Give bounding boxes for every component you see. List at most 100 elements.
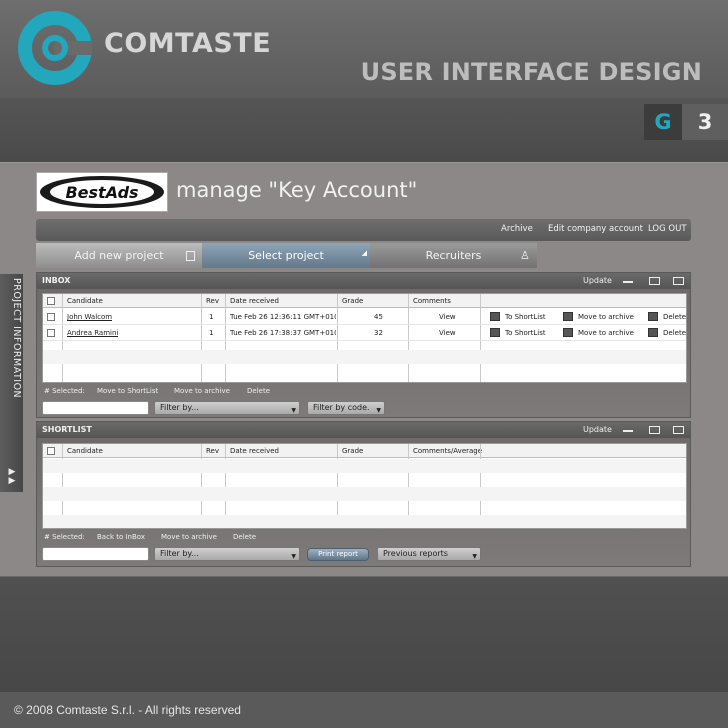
inbox-filter-code-select[interactable]: Filter by code. ▼ xyxy=(307,401,385,415)
section-badge-number: 3 xyxy=(682,104,728,140)
shortlist-title: SHORTLIST xyxy=(42,425,92,434)
print-report-button[interactable]: Print report xyxy=(307,548,369,561)
restore-icon[interactable] xyxy=(649,277,660,285)
tab-add-new-project[interactable]: Add new project xyxy=(36,243,202,268)
bulk-move-to-archive[interactable]: Move to archive xyxy=(161,533,217,541)
filter-label: Filter by... xyxy=(160,403,199,412)
previous-reports-label: Previous reports xyxy=(383,549,448,558)
copyright-footer: © 2008 Comtaste S.r.l. - All rights rese… xyxy=(14,703,241,717)
restore-icon[interactable] xyxy=(649,426,660,434)
trash-icon[interactable] xyxy=(648,312,658,321)
inbox-update-button[interactable]: Update xyxy=(583,276,612,285)
minimize-icon[interactable] xyxy=(623,281,633,283)
shortlist-icon[interactable] xyxy=(490,328,500,337)
row-checkbox[interactable] xyxy=(47,313,55,321)
archive-link[interactable]: Archive xyxy=(501,224,533,234)
col-date[interactable]: Date received xyxy=(230,447,279,455)
resize-corner-icon: ◢ xyxy=(361,249,367,257)
shortlist-table-header: Candidate Rev Date received Grade Commen… xyxy=(43,444,686,458)
svg-text:BestAds: BestAds xyxy=(65,183,138,202)
person-icon: ♙ xyxy=(520,249,530,262)
select-all-checkbox[interactable] xyxy=(47,447,55,455)
col-date[interactable]: Date received xyxy=(230,297,279,305)
inbox-filter-select[interactable]: Filter by... ▼ xyxy=(154,401,300,415)
archive-icon[interactable] xyxy=(563,328,573,337)
shortlist-search-input[interactable] xyxy=(42,547,149,561)
tab-recruiters[interactable]: Recruiters ♙ xyxy=(370,243,537,268)
bulk-delete[interactable]: Delete xyxy=(247,387,270,395)
shortlist-panel: SHORTLIST Update Candidate Rev Date rece… xyxy=(36,421,691,567)
lower-band xyxy=(0,577,728,692)
filter-label: Filter by... xyxy=(160,549,199,558)
bulk-delete[interactable]: Delete xyxy=(233,533,256,541)
view-comments-link[interactable]: View xyxy=(439,313,456,321)
filter-code-label: Filter by code. xyxy=(313,403,370,412)
candidate-link[interactable]: Andrea Ramini xyxy=(67,329,118,337)
tab-label: Add new project xyxy=(74,249,164,262)
expand-arrows-icon[interactable]: ▶ ▶ xyxy=(4,468,20,486)
maximize-icon[interactable] xyxy=(673,277,684,285)
bulk-move-to-archive[interactable]: Move to archive xyxy=(174,387,230,395)
col-grade[interactable]: Grade xyxy=(342,297,363,305)
table-row[interactable]: John Walcom 1 Tue Feb 26 12:36:11 GMT+01… xyxy=(43,309,686,325)
chevron-down-icon: ▼ xyxy=(472,553,477,560)
col-rev[interactable]: Rev xyxy=(206,447,219,455)
shortlist-table: Candidate Rev Date received Grade Commen… xyxy=(42,443,687,529)
move-to-archive-action[interactable]: Move to archive xyxy=(578,329,634,337)
tab-label: Recruiters xyxy=(425,249,482,262)
archive-icon[interactable] xyxy=(563,312,573,321)
bulk-move-to-shortlist[interactable]: Move to ShortList xyxy=(97,387,158,395)
grade-value: 32 xyxy=(374,329,383,337)
view-comments-link[interactable]: View xyxy=(439,329,456,337)
client-logo: BestAds xyxy=(36,172,168,212)
previous-reports-select[interactable]: Previous reports ▼ xyxy=(377,547,481,561)
shortlist-filter-select[interactable]: Filter by... ▼ xyxy=(154,547,300,561)
chevron-down-icon: ▼ xyxy=(291,407,296,414)
col-comments-average[interactable]: Comments/Average xyxy=(413,447,482,455)
logout-link[interactable]: LOG OUT xyxy=(648,224,687,234)
col-comments[interactable]: Comments xyxy=(413,297,451,305)
bulk-back-to-inbox[interactable]: Back to InBox xyxy=(97,533,145,541)
rev-value: 1 xyxy=(209,313,214,321)
inbox-panel: INBOX Update Candidate Rev Date received… xyxy=(36,272,691,418)
select-all-checkbox[interactable] xyxy=(47,297,55,305)
bestads-logo-icon: BestAds xyxy=(40,176,164,208)
header-sub-band xyxy=(0,98,728,162)
delete-action[interactable]: Delete xyxy=(663,313,686,321)
col-grade[interactable]: Grade xyxy=(342,447,363,455)
col-rev[interactable]: Rev xyxy=(206,297,219,305)
minimize-icon[interactable] xyxy=(623,430,633,432)
presentation-subtitle: USER INTERFACE DESIGN xyxy=(360,58,702,86)
trash-icon[interactable] xyxy=(648,328,658,337)
rev-value: 1 xyxy=(209,329,214,337)
shortlist-icon[interactable] xyxy=(490,312,500,321)
comtaste-logo-icon xyxy=(18,11,92,85)
chevron-down-icon: ▼ xyxy=(376,407,381,414)
tab-select-project[interactable]: Select project ◢ xyxy=(202,243,370,268)
document-icon xyxy=(186,251,195,261)
shortlist-update-button[interactable]: Update xyxy=(583,425,612,434)
inbox-search-input[interactable] xyxy=(42,401,149,415)
side-tab-label: PROJECT INFORMATION xyxy=(11,278,22,399)
date-value: Tue Feb 26 17:38:37 GMT+0100 200 xyxy=(230,329,336,337)
edit-company-account-link[interactable]: Edit company account xyxy=(548,224,643,234)
inbox-table-header: Candidate Rev Date received Grade Commen… xyxy=(43,294,686,308)
selected-count-label: # Selected: xyxy=(44,387,85,395)
candidate-link[interactable]: John Walcom xyxy=(67,313,112,321)
tab-label: Select project xyxy=(248,249,324,262)
inbox-header: INBOX Update xyxy=(37,273,690,289)
page-title: manage "Key Account" xyxy=(176,178,418,202)
grade-value: 45 xyxy=(374,313,383,321)
to-shortlist-action[interactable]: To ShortList xyxy=(505,329,546,337)
col-candidate[interactable]: Candidate xyxy=(67,297,103,305)
inbox-title: INBOX xyxy=(42,276,71,285)
col-candidate[interactable]: Candidate xyxy=(67,447,103,455)
delete-action[interactable]: Delete xyxy=(663,329,686,337)
table-row[interactable]: Andrea Ramini 1 Tue Feb 26 17:38:37 GMT+… xyxy=(43,325,686,341)
maximize-icon[interactable] xyxy=(673,426,684,434)
row-checkbox[interactable] xyxy=(47,329,55,337)
move-to-archive-action[interactable]: Move to archive xyxy=(578,313,634,321)
shortlist-header: SHORTLIST Update xyxy=(37,422,690,438)
to-shortlist-action[interactable]: To ShortList xyxy=(505,313,546,321)
chevron-down-icon: ▼ xyxy=(291,553,296,560)
